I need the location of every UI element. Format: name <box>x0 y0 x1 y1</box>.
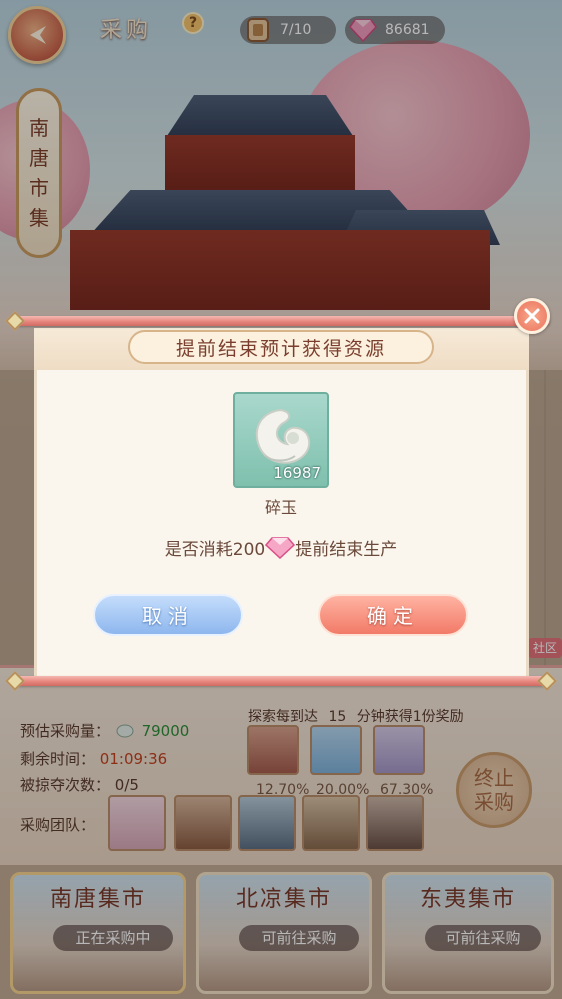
close-icon <box>524 308 540 324</box>
cancel-button[interactable]: 取消 <box>93 594 243 636</box>
item-count: 16987 <box>273 464 321 482</box>
confirm-message: 是否消耗200 提前结束生产 <box>0 535 562 560</box>
confirm-prefix: 是否消耗200 <box>164 540 266 560</box>
dialog-title: 提前结束预计获得资源 <box>175 337 386 360</box>
dialog-title-frame: 提前结束预计获得资源 <box>128 330 434 364</box>
scroll-rod-top <box>5 311 550 331</box>
scroll-rod-bottom <box>5 671 557 691</box>
confirm-button[interactable]: 确定 <box>318 594 468 636</box>
item-name: 碎玉 <box>264 498 297 517</box>
close-button[interactable] <box>514 298 550 334</box>
confirm-suffix: 提前结束生产 <box>295 540 398 560</box>
reward-item-card[interactable]: 16987 <box>233 392 329 488</box>
gem-icon <box>265 537 296 560</box>
